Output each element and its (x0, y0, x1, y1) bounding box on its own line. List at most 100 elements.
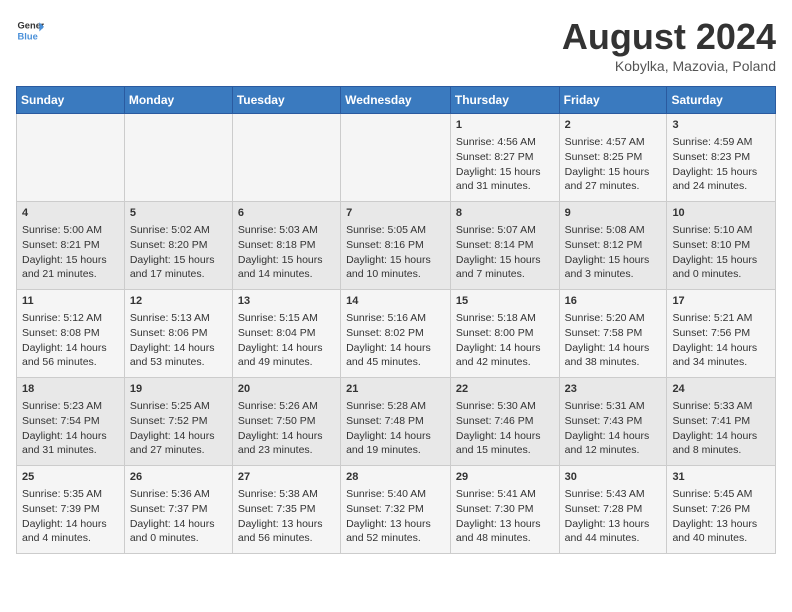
day-info: and 56 minutes. (238, 531, 335, 546)
day-info: Sunset: 8:23 PM (672, 150, 770, 165)
day-info: Sunset: 8:14 PM (456, 238, 554, 253)
day-number: 20 (238, 382, 335, 397)
day-info: Sunrise: 5:36 AM (130, 487, 227, 502)
day-info: and 14 minutes. (238, 267, 335, 282)
day-cell: 6Sunrise: 5:03 AMSunset: 8:18 PMDaylight… (232, 202, 340, 290)
day-info: Sunrise: 5:16 AM (346, 311, 445, 326)
day-info: Sunrise: 5:18 AM (456, 311, 554, 326)
day-info: Sunset: 7:46 PM (456, 414, 554, 429)
day-info: and 21 minutes. (22, 267, 119, 282)
day-cell: 2Sunrise: 4:57 AMSunset: 8:25 PMDaylight… (559, 114, 667, 202)
day-number: 2 (565, 118, 662, 133)
day-info: Sunrise: 5:20 AM (565, 311, 662, 326)
day-info: and 23 minutes. (238, 443, 335, 458)
header-cell-sunday: Sunday (17, 87, 125, 114)
day-info: Sunset: 7:43 PM (565, 414, 662, 429)
day-info: Sunset: 7:56 PM (672, 326, 770, 341)
day-info: Sunset: 8:04 PM (238, 326, 335, 341)
day-info: Daylight: 15 hours (456, 253, 554, 268)
day-number: 25 (22, 470, 119, 485)
day-info: Sunset: 7:41 PM (672, 414, 770, 429)
day-cell: 16Sunrise: 5:20 AMSunset: 7:58 PMDayligh… (559, 290, 667, 378)
day-info: and 27 minutes. (565, 179, 662, 194)
day-info: Daylight: 14 hours (346, 429, 445, 444)
day-cell (341, 114, 451, 202)
day-cell: 7Sunrise: 5:05 AMSunset: 8:16 PMDaylight… (341, 202, 451, 290)
day-info: Sunrise: 5:38 AM (238, 487, 335, 502)
day-info: Daylight: 14 hours (456, 341, 554, 356)
day-info: Sunrise: 5:13 AM (130, 311, 227, 326)
day-number: 21 (346, 382, 445, 397)
day-info: and 7 minutes. (456, 267, 554, 282)
day-number: 8 (456, 206, 554, 221)
title-area: August 2024 Kobylka, Mazovia, Poland (562, 16, 776, 74)
day-info: Daylight: 14 hours (346, 341, 445, 356)
logo: General Blue (16, 16, 44, 44)
day-info: Sunset: 8:16 PM (346, 238, 445, 253)
day-number: 24 (672, 382, 770, 397)
day-info: Daylight: 14 hours (672, 341, 770, 356)
day-info: Sunset: 8:27 PM (456, 150, 554, 165)
day-info: Sunrise: 4:59 AM (672, 135, 770, 150)
subtitle: Kobylka, Mazovia, Poland (562, 58, 776, 74)
day-info: Sunset: 8:18 PM (238, 238, 335, 253)
day-cell: 1Sunrise: 4:56 AMSunset: 8:27 PMDaylight… (450, 114, 559, 202)
day-number: 12 (130, 294, 227, 309)
day-number: 1 (456, 118, 554, 133)
day-info: Sunrise: 5:12 AM (22, 311, 119, 326)
day-cell: 28Sunrise: 5:40 AMSunset: 7:32 PMDayligh… (341, 466, 451, 554)
day-info: Sunset: 7:58 PM (565, 326, 662, 341)
day-number: 31 (672, 470, 770, 485)
day-cell: 23Sunrise: 5:31 AMSunset: 7:43 PMDayligh… (559, 378, 667, 466)
day-info: Sunrise: 5:25 AM (130, 399, 227, 414)
day-info: and 4 minutes. (22, 531, 119, 546)
day-info: Daylight: 15 hours (565, 165, 662, 180)
day-cell: 5Sunrise: 5:02 AMSunset: 8:20 PMDaylight… (124, 202, 232, 290)
day-info: and 27 minutes. (130, 443, 227, 458)
day-info: Daylight: 13 hours (456, 517, 554, 532)
day-cell (232, 114, 340, 202)
day-info: Daylight: 14 hours (238, 429, 335, 444)
day-info: Daylight: 15 hours (456, 165, 554, 180)
day-info: Sunset: 8:02 PM (346, 326, 445, 341)
day-cell: 14Sunrise: 5:16 AMSunset: 8:02 PMDayligh… (341, 290, 451, 378)
day-number: 7 (346, 206, 445, 221)
header-cell-saturday: Saturday (667, 87, 776, 114)
day-info: Sunrise: 5:45 AM (672, 487, 770, 502)
day-info: and 3 minutes. (565, 267, 662, 282)
day-info: Sunrise: 5:35 AM (22, 487, 119, 502)
day-info: and 56 minutes. (22, 355, 119, 370)
day-info: and 8 minutes. (672, 443, 770, 458)
day-info: Sunrise: 4:57 AM (565, 135, 662, 150)
day-info: Daylight: 15 hours (130, 253, 227, 268)
day-cell: 25Sunrise: 5:35 AMSunset: 7:39 PMDayligh… (17, 466, 125, 554)
day-number: 4 (22, 206, 119, 221)
day-info: and 12 minutes. (565, 443, 662, 458)
day-number: 6 (238, 206, 335, 221)
day-info: Sunset: 8:00 PM (456, 326, 554, 341)
day-cell (124, 114, 232, 202)
day-number: 27 (238, 470, 335, 485)
day-info: Sunrise: 5:28 AM (346, 399, 445, 414)
day-info: Sunrise: 5:23 AM (22, 399, 119, 414)
day-info: Sunrise: 5:07 AM (456, 223, 554, 238)
day-info: and 31 minutes. (456, 179, 554, 194)
day-info: Sunset: 7:26 PM (672, 502, 770, 517)
week-row-4: 18Sunrise: 5:23 AMSunset: 7:54 PMDayligh… (17, 378, 776, 466)
day-number: 15 (456, 294, 554, 309)
header-cell-friday: Friday (559, 87, 667, 114)
day-info: Daylight: 14 hours (130, 429, 227, 444)
day-cell: 22Sunrise: 5:30 AMSunset: 7:46 PMDayligh… (450, 378, 559, 466)
day-info: Daylight: 15 hours (346, 253, 445, 268)
day-cell: 29Sunrise: 5:41 AMSunset: 7:30 PMDayligh… (450, 466, 559, 554)
day-info: and 38 minutes. (565, 355, 662, 370)
day-cell: 30Sunrise: 5:43 AMSunset: 7:28 PMDayligh… (559, 466, 667, 554)
header: General Blue August 2024 Kobylka, Mazovi… (16, 16, 776, 74)
day-info: Daylight: 14 hours (456, 429, 554, 444)
day-info: and 49 minutes. (238, 355, 335, 370)
header-row: SundayMondayTuesdayWednesdayThursdayFrid… (17, 87, 776, 114)
day-number: 17 (672, 294, 770, 309)
day-info: Sunrise: 5:15 AM (238, 311, 335, 326)
day-cell: 8 Sunrise: 5:07 AMSunset: 8:14 PMDaylight… (450, 202, 559, 290)
day-info: Daylight: 14 hours (22, 429, 119, 444)
